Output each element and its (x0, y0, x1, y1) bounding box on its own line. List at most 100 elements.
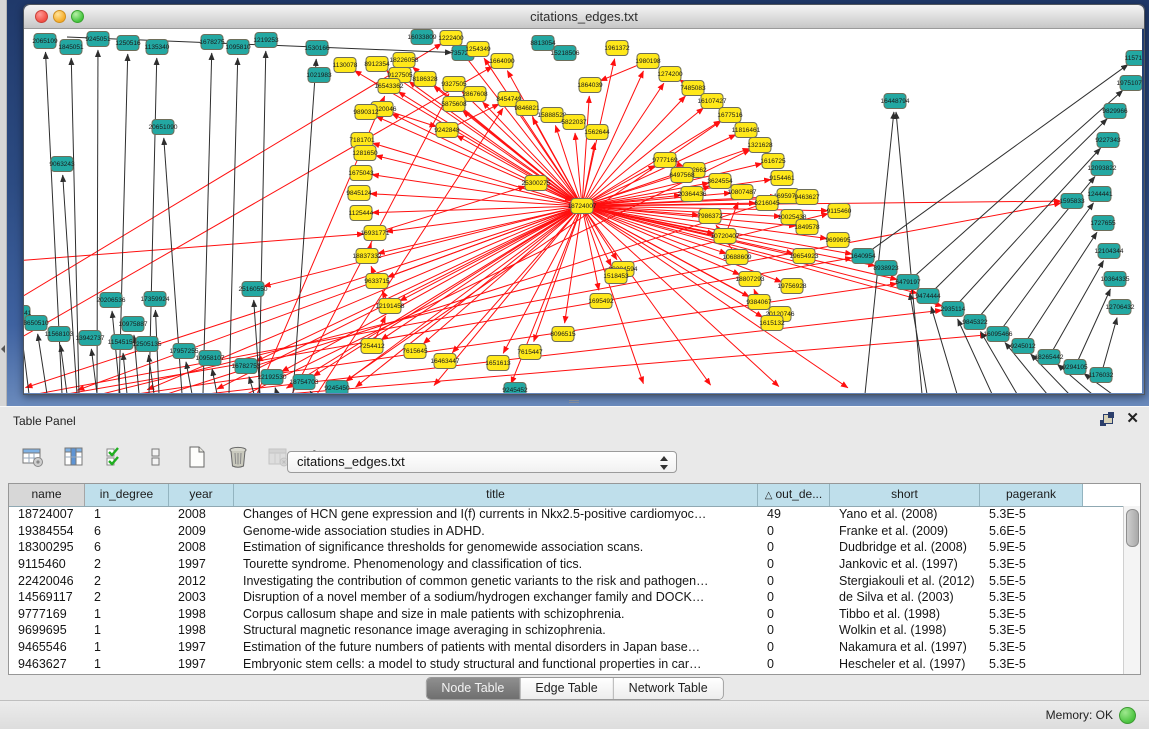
graph-node[interactable]: 2935114 (941, 302, 966, 317)
graph-node[interactable]: 25160550 (239, 282, 268, 297)
graph-node[interactable]: 18754703 (290, 375, 319, 390)
graph-node[interactable]: 8650510 (24, 316, 49, 331)
graph-node[interactable]: 1616725 (760, 154, 786, 169)
float-panel-icon[interactable] (1100, 412, 1114, 426)
graph-node[interactable]: 9633715 (364, 274, 390, 289)
graph-node[interactable]: 10688609 (723, 250, 752, 265)
graph-node[interactable]: 9154461 (769, 171, 795, 186)
graph-node[interactable]: 8813054 (530, 36, 556, 51)
show-columns-icon[interactable] (59, 442, 89, 472)
graph-node[interactable]: 1095810 (225, 40, 251, 55)
graph-node[interactable]: 20364436 (678, 187, 707, 202)
graph-node[interactable]: 1727655 (1090, 216, 1116, 231)
graph-node[interactable]: 1518453 (603, 269, 629, 284)
graph-node[interactable]: 2867608 (462, 87, 488, 102)
graph-node[interactable]: 16931771 (361, 226, 390, 241)
graph-node[interactable]: 1651613 (485, 356, 511, 371)
graph-node[interactable]: 12706432 (1106, 300, 1135, 315)
graph-node[interactable]: 12192530 (258, 370, 287, 385)
select-rows-icon[interactable] (100, 442, 130, 472)
graph-node[interactable]: 1595833 (1059, 194, 1085, 209)
graph-node[interactable]: 1845051 (58, 40, 84, 55)
graph-node[interactable]: 12093822 (1088, 161, 1117, 176)
graph-node[interactable]: 5822037 (561, 115, 587, 130)
close-panel-icon[interactable]: ✕ (1126, 412, 1139, 426)
graph-node[interactable]: 9699695 (825, 233, 851, 248)
graph-node[interactable]: 12505135 (133, 337, 162, 352)
graph-node[interactable]: 1678275 (199, 35, 225, 50)
graph-node[interactable]: 9245452 (502, 383, 528, 394)
graph-node[interactable]: 9115460 (827, 204, 852, 219)
graph-node[interactable]: 1864039 (577, 78, 603, 93)
tab-edge-table[interactable]: Edge Table (520, 678, 613, 699)
graph-node[interactable]: 6497568 (669, 168, 695, 183)
graph-node[interactable]: 16033809 (408, 30, 437, 45)
graph-node[interactable]: 17359924 (141, 292, 170, 307)
graph-node[interactable]: 19756928 (778, 279, 807, 294)
graph-node[interactable]: 1961372 (604, 41, 630, 56)
graph-node[interactable]: 1664090 (489, 54, 515, 69)
table-row[interactable]: 977716911998Corpus callosum shape and si… (9, 606, 1124, 623)
graph-node[interactable]: 1250516 (115, 36, 141, 51)
table-vertical-scrollbar[interactable] (1123, 506, 1140, 674)
column-header-out_de[interactable]: △out_de... (758, 484, 830, 506)
graph-node[interactable]: 16095466 (984, 327, 1013, 342)
graph-node[interactable]: 9845322 (962, 315, 988, 330)
collapse-panel-arrow-icon[interactable] (1, 345, 5, 353)
graph-node[interactable]: 9777169 (652, 153, 678, 168)
graph-node[interactable]: 11816461 (732, 123, 761, 138)
graph-node[interactable]: 16463447 (431, 354, 460, 369)
split-pane-handle[interactable] (569, 399, 579, 405)
graph-node[interactable]: 18724007 (568, 199, 597, 214)
graph-node[interactable]: 8186328 (412, 72, 438, 87)
graph-node[interactable]: 1021983 (306, 68, 332, 83)
table-row[interactable]: 1456911722003Disruption of a novel membe… (9, 589, 1124, 606)
column-header-short[interactable]: short (830, 484, 980, 506)
graph-node[interactable]: 1176032 (1089, 368, 1114, 383)
graph-node[interactable]: 9829966 (1102, 104, 1128, 119)
graph-node[interactable]: 7485083 (680, 81, 706, 96)
graph-node[interactable]: 20206536 (97, 293, 126, 308)
graph-node[interactable]: 3624554 (707, 174, 733, 189)
graph-node[interactable]: 9846821 (514, 101, 540, 116)
graph-node[interactable]: 1640954 (850, 249, 876, 264)
memory-status-icon[interactable] (1119, 707, 1136, 724)
graph-node[interactable]: 19654923 (790, 249, 819, 264)
graph-node[interactable]: 15218506 (551, 46, 580, 61)
graph-node[interactable]: 9845124 (346, 186, 372, 201)
graph-node[interactable]: 9327505 (441, 77, 467, 92)
graph-node[interactable]: 12191458 (376, 299, 405, 314)
graph-node[interactable]: 9245450 (324, 381, 350, 394)
graph-node[interactable]: 10975887 (119, 317, 148, 332)
graph-node[interactable]: 20651090 (149, 120, 178, 135)
tab-network-table[interactable]: Network Table (614, 678, 723, 699)
graph-node[interactable]: 1274200 (657, 67, 683, 82)
graph-node[interactable]: 10364335 (1101, 272, 1130, 287)
graph-node[interactable]: 9227343 (1095, 133, 1121, 148)
graph-node[interactable]: 7986372 (697, 209, 723, 224)
graph-node[interactable]: 1695492 (588, 294, 614, 309)
graph-node[interactable]: 16448794 (881, 94, 910, 109)
column-header-title[interactable]: title (234, 484, 758, 506)
graph-node[interactable]: 18226058 (390, 53, 419, 68)
graph-node[interactable]: 1125444 (349, 206, 374, 221)
row-height-icon[interactable] (141, 442, 171, 472)
graph-node[interactable]: 25300275 (522, 176, 551, 191)
graph-node[interactable]: 9294105 (1062, 360, 1088, 375)
network-canvas[interactable]: 2065109184505192450511250516113534016782… (24, 29, 1142, 393)
graph-node[interactable]: 1675043 (348, 166, 374, 181)
graph-node[interactable]: 9474444 (915, 289, 941, 304)
graph-node[interactable]: 9463627 (794, 190, 820, 205)
table-row[interactable]: 1938455462009Genome-wide association stu… (9, 523, 1124, 540)
table-row[interactable]: 969969511998Structural magnetic resonanc… (9, 622, 1124, 639)
table-selector-dropdown[interactable]: citations_edges.txt (287, 451, 677, 473)
network-view-window[interactable]: citations_edges.txt 20651091845051924505… (23, 4, 1145, 395)
graph-node[interactable]: 1130078 (333, 58, 358, 73)
graph-node[interactable]: 1219253 (253, 33, 279, 48)
graph-node[interactable]: 9384067 (746, 295, 772, 310)
graph-node[interactable]: 5875608 (441, 97, 467, 112)
graph-node[interactable]: 12104344 (1095, 244, 1124, 259)
graph-node[interactable]: 9063243 (49, 157, 75, 172)
graph-node[interactable]: 11568103 (45, 327, 74, 342)
graph-node[interactable]: 1135340 (145, 40, 170, 55)
